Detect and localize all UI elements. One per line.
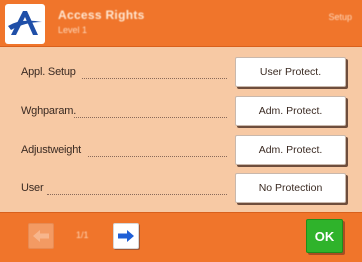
a-logo-icon [5, 4, 45, 44]
setting-row: Wghparam. Adm. Protect. [0, 91, 362, 135]
arrow-right-icon [118, 230, 134, 242]
dotted-leader [82, 78, 227, 79]
user-protection-button[interactable]: No Protection [235, 173, 346, 203]
page-subtitle: Level 1 [58, 25, 88, 35]
footer-bar: 1/1 OK [0, 212, 362, 262]
page-indicator: 1/1 [76, 230, 89, 240]
dotted-leader [47, 194, 227, 195]
row-label-adjustweight: Adjustweight [21, 144, 81, 156]
adjustweight-protection-button[interactable]: Adm. Protect. [235, 135, 346, 165]
setting-row: User No Protection [0, 168, 362, 212]
dotted-leader [74, 117, 227, 118]
ok-button[interactable]: OK [306, 219, 343, 253]
header-bar: Access Rights Level 1 Setup [0, 0, 362, 47]
row-label-appl-setup: Appl. Setup [21, 66, 76, 78]
wghparam-protection-button[interactable]: Adm. Protect. [235, 96, 346, 126]
row-label-wghparam: Wghparam. [21, 105, 77, 117]
forward-button[interactable] [113, 223, 139, 249]
setting-row: Appl. Setup User Protect. [0, 52, 362, 96]
screen: Access Rights Level 1 Setup Appl. Setup … [0, 0, 362, 262]
page-title: Access Rights [58, 8, 145, 22]
back-button[interactable] [28, 223, 54, 249]
arrow-left-icon [33, 230, 49, 242]
appl-setup-protection-button[interactable]: User Protect. [235, 57, 346, 87]
dotted-leader [88, 156, 227, 157]
row-label-user: User [21, 182, 44, 194]
header-mode-label: Setup [328, 12, 352, 22]
